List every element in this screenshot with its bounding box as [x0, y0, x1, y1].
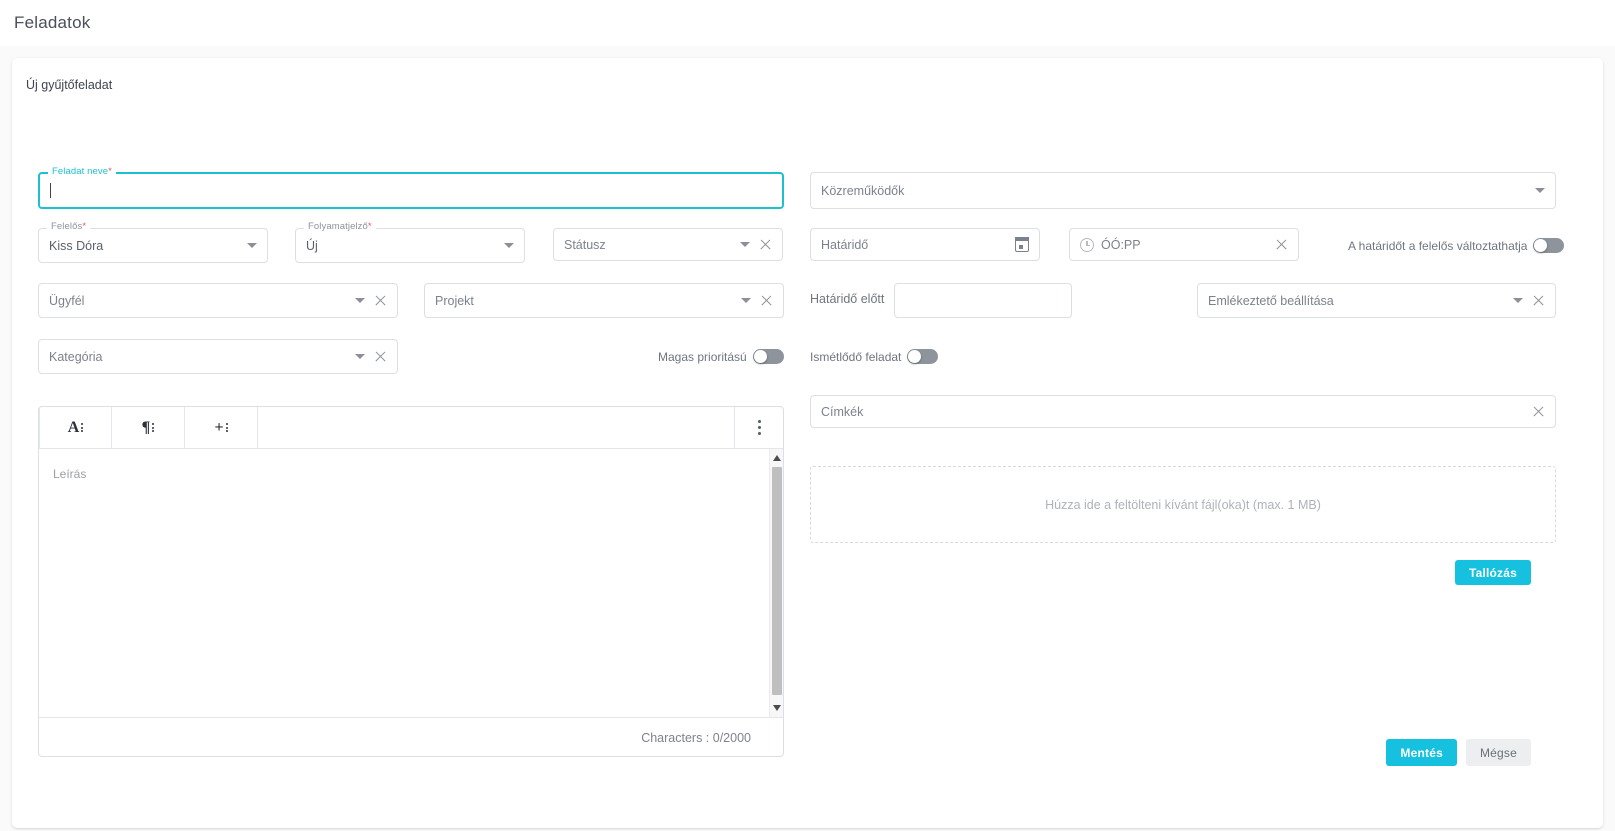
tags-placeholder: Címkék — [821, 404, 864, 419]
reminder-placeholder: Emlékeztető beállítása — [1208, 293, 1334, 308]
card-title: Új gyűjtőfeladat — [26, 78, 113, 92]
task-name-input[interactable]: Feladat neve* — [38, 167, 784, 209]
category-placeholder: Kategória — [49, 349, 103, 364]
status-select[interactable]: Státusz — [553, 228, 783, 261]
required-mark: * — [82, 221, 87, 232]
high-priority-toggle[interactable] — [752, 349, 784, 364]
collaborators-select[interactable]: Közreműködők — [810, 172, 1556, 209]
deadline-time-input[interactable]: ÓÓ:PP — [1069, 228, 1299, 261]
calendar-icon[interactable] — [1014, 237, 1029, 252]
toggle-knob — [753, 350, 767, 363]
editor-placeholder: Leírás — [53, 467, 87, 481]
character-counter: Characters : 0/2000 — [641, 730, 751, 745]
text-format-icon: A — [67, 418, 80, 436]
assignee-select[interactable]: Felelős* Kiss Dóra — [38, 222, 268, 263]
plus-icon: + — [214, 418, 224, 436]
progress-select[interactable]: Folyamatjelző* Új — [295, 222, 525, 263]
client-select[interactable]: Ügyfél — [38, 283, 398, 318]
page-title: Feladatok — [14, 13, 91, 32]
new-task-card: Új gyűjtőfeladat Feladat neve* Közreműkö… — [12, 58, 1603, 828]
deadline-time-placeholder: ÓÓ:PP — [1101, 237, 1141, 252]
client-placeholder: Ügyfél — [49, 293, 85, 308]
scroll-up-icon[interactable] — [773, 455, 781, 461]
footer-actions: Mentés Mégse — [1386, 739, 1531, 766]
file-dropzone[interactable]: Húzza ide a feltölteni kívánt fájl(oka)t… — [810, 466, 1556, 543]
required-mark: * — [108, 166, 112, 177]
editor-more-menu-button[interactable] — [735, 407, 783, 448]
progress-label: Folyamatjelző* — [304, 222, 376, 232]
recurring-toggle[interactable] — [907, 349, 939, 364]
overflow-dots-icon — [81, 422, 84, 433]
toggle-knob — [1534, 239, 1548, 252]
project-select[interactable]: Projekt — [424, 283, 784, 318]
clear-client-icon[interactable] — [374, 294, 387, 307]
status-placeholder: Státusz — [564, 237, 606, 252]
assignee-label: Felelős* — [47, 221, 91, 232]
high-priority-toggle-group[interactable]: Magas prioritású — [658, 349, 784, 364]
editor-footer: Characters : 0/2000 — [39, 717, 783, 756]
tags-input[interactable]: Címkék — [810, 395, 1556, 428]
high-priority-label: Magas prioritású — [658, 349, 747, 364]
chevron-down-icon[interactable] — [504, 243, 514, 248]
chevron-down-icon[interactable] — [740, 242, 750, 247]
recurring-label: Ismétlődő feladat — [810, 349, 902, 364]
required-mark: * — [367, 221, 372, 232]
collaborators-placeholder: Közreműködők — [821, 183, 905, 198]
clock-icon — [1080, 237, 1094, 252]
recurring-toggle-group[interactable]: Ismétlődő feladat — [810, 349, 939, 364]
deadline-editable-label: A határidőt a felelős változtathatja — [1348, 238, 1528, 253]
chevron-down-icon[interactable] — [741, 298, 751, 303]
scrollbar-thumb[interactable] — [772, 467, 782, 695]
clear-tags-icon[interactable] — [1532, 405, 1545, 418]
paragraph-format-button[interactable]: ¶ — [112, 407, 185, 448]
clear-category-icon[interactable] — [374, 350, 387, 363]
task-name-label: Feladat neve* — [48, 167, 116, 177]
page-body: Új gyűjtőfeladat Feladat neve* Közreműkö… — [0, 46, 1615, 831]
cancel-button[interactable]: Mégse — [1465, 739, 1531, 766]
clear-project-icon[interactable] — [760, 294, 773, 307]
paragraph-icon: ¶ — [141, 418, 151, 436]
before-deadline-input[interactable] — [894, 283, 1072, 318]
deadline-editable-toggle-group[interactable]: A határidőt a felelős változtathatja — [1348, 238, 1565, 253]
progress-value: Új — [306, 238, 318, 253]
browse-button[interactable]: Tallózás — [1454, 560, 1531, 585]
reminder-select[interactable]: Emlékeztető beállítása — [1197, 283, 1556, 318]
insert-button[interactable]: + — [185, 407, 258, 448]
toggle-knob — [908, 350, 922, 363]
chevron-down-icon[interactable] — [247, 243, 257, 248]
scroll-down-icon[interactable] — [773, 705, 781, 711]
project-placeholder: Projekt — [435, 293, 474, 308]
kebab-menu-icon — [757, 420, 761, 435]
chevron-down-icon[interactable] — [1513, 298, 1523, 303]
before-deadline-label: Határidő előtt — [810, 292, 885, 306]
app-header: Feladatok — [0, 0, 1615, 46]
toolbar-spacer — [258, 407, 735, 448]
deadline-editable-toggle[interactable] — [1533, 238, 1565, 253]
save-button[interactable]: Mentés — [1386, 739, 1457, 766]
category-select[interactable]: Kategória — [38, 339, 398, 374]
editor-scrollbar[interactable] — [769, 449, 783, 717]
clear-status-icon[interactable] — [759, 238, 772, 251]
clear-reminder-icon[interactable] — [1532, 294, 1545, 307]
chevron-down-icon[interactable] — [355, 354, 365, 359]
overflow-dots-icon — [225, 422, 228, 433]
deadline-date-input[interactable]: Határidő — [810, 228, 1040, 261]
chevron-down-icon[interactable] — [355, 298, 365, 303]
editor-content-area[interactable]: Leírás — [39, 449, 783, 717]
text-caret — [50, 183, 51, 198]
description-editor[interactable]: A ¶ + Leírás Characters: 0/2000 — [38, 406, 784, 757]
clear-time-icon[interactable] — [1275, 238, 1288, 251]
chevron-down-icon[interactable] — [1535, 188, 1545, 193]
text-format-button[interactable]: A — [39, 407, 112, 448]
assignee-value: Kiss Dóra — [49, 238, 104, 253]
overflow-dots-icon — [152, 422, 155, 433]
editor-toolbar: A ¶ + — [39, 407, 783, 449]
dropzone-text: Húzza ide a feltölteni kívánt fájl(oka)t… — [1045, 497, 1321, 512]
deadline-placeholder: Határidő — [821, 237, 869, 252]
